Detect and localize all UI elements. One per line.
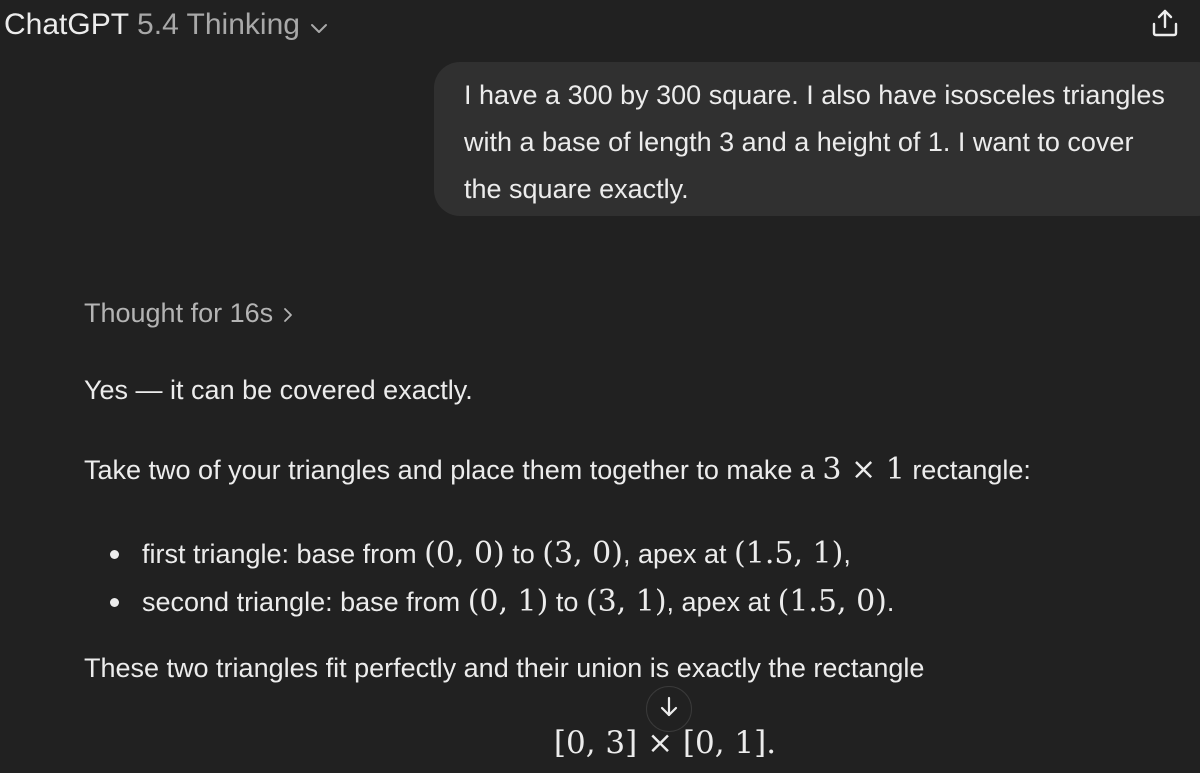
list-text: . xyxy=(886,587,895,617)
list-text: second triangle: base from xyxy=(142,587,468,617)
user-message-bubble: I have a 300 by 300 square. I also have … xyxy=(434,62,1200,216)
inline-math: (0, 1) xyxy=(467,584,549,619)
thought-label: Thought for 16s xyxy=(84,298,274,328)
model-picker-button[interactable]: ChatGPT 5.4 Thinking xyxy=(4,4,328,46)
scroll-down-button[interactable] xyxy=(646,686,692,732)
list-item: first triangle: base from (0, 0) to (3, … xyxy=(84,530,894,578)
list-text: to xyxy=(548,587,586,617)
display-math: [0, 3] × [0, 1]. xyxy=(553,725,777,761)
share-icon xyxy=(1148,9,1182,44)
bullet-icon xyxy=(110,550,119,559)
share-button[interactable] xyxy=(1148,6,1182,40)
inline-math: (3, 0) xyxy=(542,536,623,571)
list-text: , apex at xyxy=(666,587,778,617)
bullet-icon xyxy=(110,598,119,607)
user-message-line: the square exactly. xyxy=(464,174,689,204)
chevron-down-icon xyxy=(310,6,328,46)
list-text: first triangle: base from xyxy=(142,539,425,569)
user-message-line: with a base of length 3 and a height of … xyxy=(464,127,1134,157)
model-version: 5.4 Thinking xyxy=(137,8,300,41)
chat-page: ChatGPT 5.4 Thinking I have a 300 by 300… xyxy=(0,0,1200,773)
list-text: to xyxy=(504,539,543,569)
arrow-down-icon xyxy=(658,695,680,724)
assistant-paragraph-2: Take two of your triangles and place the… xyxy=(84,450,1031,490)
header: ChatGPT 5.4 Thinking xyxy=(0,0,1200,48)
assistant-paragraph-1: Yes — it can be covered exactly. xyxy=(84,375,473,405)
inline-math: (1.5, 0) xyxy=(777,584,887,619)
inline-math: (3, 1) xyxy=(585,584,667,619)
chevron-right-icon xyxy=(283,294,293,334)
list-item: second triangle: base from (0, 1) to (3,… xyxy=(84,578,894,626)
list-text: , xyxy=(843,539,851,569)
bullet-list: first triangle: base from (0, 0) to (3, … xyxy=(84,530,894,626)
user-message-line: I have a 300 by 300 square. I also have … xyxy=(464,80,1165,110)
inline-math: (0, 0) xyxy=(424,536,505,571)
assistant-paragraph-3: These two triangles fit perfectly and th… xyxy=(84,653,925,683)
model-name: ChatGPT xyxy=(4,8,130,41)
thought-toggle[interactable]: Thought for 16s xyxy=(84,292,293,334)
inline-math: (1.5, 1) xyxy=(734,536,844,571)
inline-math: 3 × 1 xyxy=(822,452,905,487)
list-text: , apex at xyxy=(622,539,735,569)
paragraph-text: Take two of your triangles and place the… xyxy=(84,455,823,485)
paragraph-text: rectangle: xyxy=(904,455,1031,485)
